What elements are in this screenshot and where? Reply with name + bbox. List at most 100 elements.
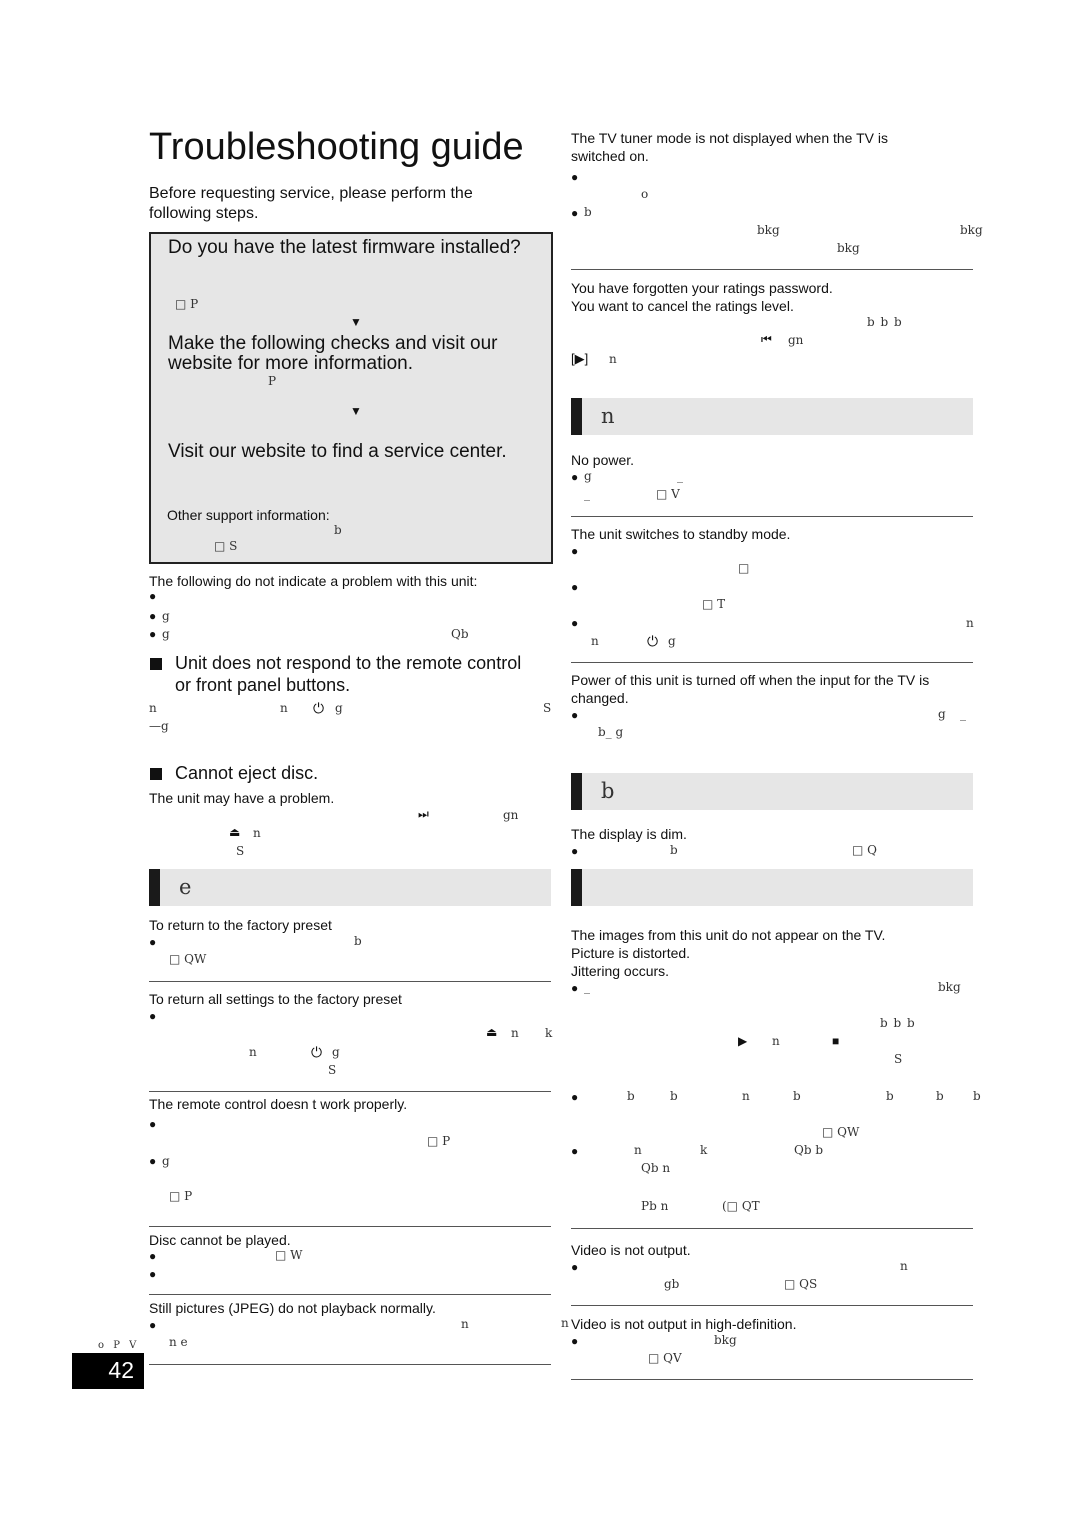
item-heading: To return all settings to the factory pr… xyxy=(149,991,402,1007)
fragment: g xyxy=(584,469,592,483)
fragment: bkg xyxy=(960,223,983,237)
manual-page: Troubleshooting guide Before requesting … xyxy=(0,0,1080,1528)
fragment: g xyxy=(162,1154,170,1168)
bullet: ● xyxy=(571,981,579,995)
item-heading: You have forgotten your ratings password… xyxy=(571,280,833,296)
bullet: ● xyxy=(149,1249,157,1263)
item-heading: The remote control doesn t work properly… xyxy=(149,1096,408,1112)
bullet: ● xyxy=(571,170,579,184)
fragment: n xyxy=(772,1034,780,1048)
section-title: e xyxy=(179,875,192,899)
item-heading: Video is not output. xyxy=(571,1242,691,1258)
power-icon: ⏻ xyxy=(313,700,325,716)
section-title: b xyxy=(601,779,615,803)
checks-heading: Make the following checks and visit our xyxy=(168,333,498,354)
bullet: ● xyxy=(149,1009,157,1023)
fragment: b xyxy=(334,523,342,537)
eject-icon: ⏏ xyxy=(229,825,241,839)
page-reference: □ P xyxy=(427,1134,451,1148)
fragment: bkg xyxy=(757,223,780,237)
fragment: Qb b xyxy=(794,1143,824,1157)
firmware-question: Do you have the latest firmware installe… xyxy=(168,237,521,258)
bullet: ● xyxy=(571,1144,579,1158)
problem-heading: or front panel buttons. xyxy=(175,675,351,695)
section-title: n xyxy=(601,404,615,428)
fragment: g xyxy=(332,1045,340,1059)
fragment: g xyxy=(335,701,343,715)
bullet: ● xyxy=(149,627,157,641)
fragment: b xyxy=(627,1089,635,1103)
page-reference: (□ QT xyxy=(722,1199,760,1213)
divider xyxy=(149,1294,551,1295)
fragment: Qb xyxy=(451,627,469,641)
fragment: n xyxy=(591,634,599,648)
bullet: ● xyxy=(571,470,579,484)
divider xyxy=(571,516,973,517)
bullet: ● xyxy=(149,1154,157,1168)
item-heading: The unit switches to standby mode. xyxy=(571,526,791,542)
page-reference: □ QW xyxy=(169,952,207,966)
fragment: _ xyxy=(960,707,966,721)
fragment: g xyxy=(938,707,946,721)
divider xyxy=(149,981,551,982)
bullet: ● xyxy=(149,1267,157,1281)
fragment: k xyxy=(545,1026,553,1040)
item-heading: You want to cancel the ratings level. xyxy=(571,298,794,314)
fragment: b xyxy=(670,843,678,857)
fragment: gn xyxy=(788,333,804,347)
fragment: S xyxy=(894,1052,903,1066)
bullet: ● xyxy=(149,589,157,603)
other-support-label: Other support information: xyxy=(167,507,330,523)
fragment: S xyxy=(328,1063,337,1077)
page-reference: □ QV xyxy=(648,1351,682,1365)
divider xyxy=(571,662,973,663)
section-header xyxy=(571,869,973,906)
page-title: Troubleshooting guide xyxy=(149,126,524,168)
fragment: n xyxy=(561,1316,569,1330)
item-heading: changed. xyxy=(571,690,629,706)
fragment: b xyxy=(584,205,592,219)
item-heading: The images from this unit do not appear … xyxy=(571,927,886,943)
item-heading: Disc cannot be played. xyxy=(149,1232,291,1248)
fragment: _ xyxy=(677,469,683,483)
fragment: n xyxy=(900,1259,908,1273)
divider xyxy=(571,1305,973,1306)
play-icon: ▶ xyxy=(738,1034,748,1048)
fragment: _ xyxy=(584,980,590,994)
page-reference: □ T xyxy=(702,597,726,611)
page-reference: □ S xyxy=(214,539,238,553)
bullet: ● xyxy=(571,708,579,722)
power-icon: ⏻ xyxy=(647,633,659,649)
fragment: g xyxy=(162,609,170,623)
fragment: k xyxy=(700,1143,708,1157)
fragment: g xyxy=(668,634,676,648)
footer-label: o P V xyxy=(98,1340,140,1351)
divider xyxy=(149,1226,551,1227)
stop-icon: ■ xyxy=(832,1034,840,1048)
item-heading: Picture is distorted. xyxy=(571,945,691,961)
eject-icon: ⏏ xyxy=(486,1025,498,1039)
arrow-down-icon: ▼ xyxy=(350,404,362,418)
fragment: b xyxy=(936,1089,944,1103)
bullet: ● xyxy=(571,1334,579,1348)
square-bullet-icon xyxy=(150,766,174,784)
bullet: ● xyxy=(571,206,579,220)
fragment: _ xyxy=(584,487,590,501)
fragment: n e xyxy=(169,1335,188,1349)
intro-line: Before requesting service, please perfor… xyxy=(149,185,473,202)
fragment: n xyxy=(966,616,974,630)
fragment: n xyxy=(280,701,288,715)
divider xyxy=(571,269,973,270)
bullet: ● xyxy=(149,609,157,623)
square-bullet-icon xyxy=(150,656,174,674)
checks-heading: website for more information. xyxy=(168,353,413,374)
page-number: 42 xyxy=(108,1357,134,1383)
section-header: e xyxy=(149,869,551,906)
fragment: b xyxy=(886,1089,894,1103)
item-heading: To return to the factory preset xyxy=(149,917,332,933)
fragment: S xyxy=(543,701,552,715)
item-heading: Video is not output in high-definition. xyxy=(571,1316,797,1332)
fragment: b xyxy=(354,934,362,948)
fragment: n xyxy=(253,826,261,840)
power-icon: ⏻ xyxy=(311,1044,323,1060)
